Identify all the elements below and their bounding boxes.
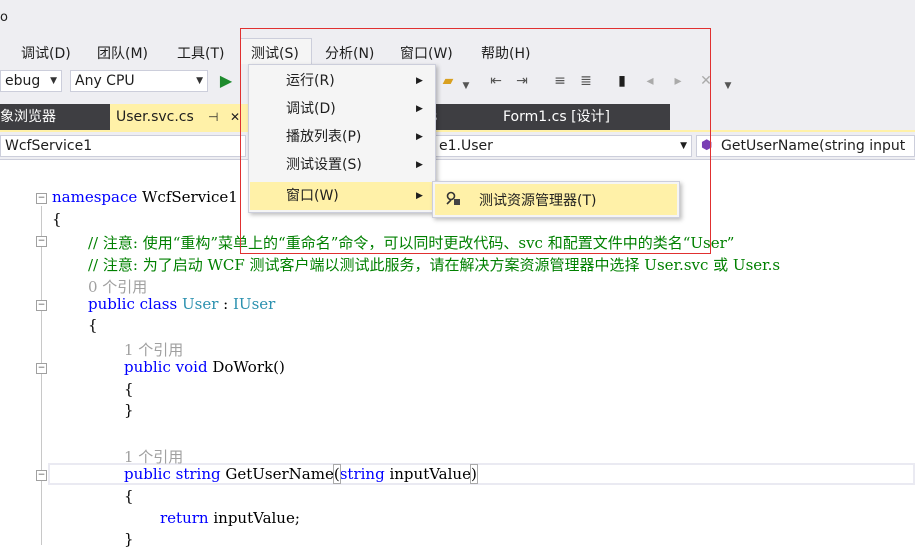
- collapse-getusername-icon[interactable]: −: [36, 470, 47, 481]
- platform-combo-value: Any CPU: [75, 73, 135, 89]
- collapse-comment-icon[interactable]: −: [36, 236, 47, 247]
- parameter: inputValue: [389, 465, 471, 483]
- window-title: o: [0, 10, 8, 25]
- code-line-namespace: namespace WcfService1: [52, 188, 238, 206]
- codelens-references[interactable]: 1 个引用: [124, 446, 183, 467]
- code-brace: {: [52, 210, 62, 228]
- code-brace: }: [124, 530, 134, 548]
- keyword: string: [339, 465, 385, 483]
- keyword: return: [160, 509, 209, 527]
- project-combo-value: WcfService1: [5, 138, 93, 154]
- code-brace: {: [124, 487, 134, 505]
- menu-team[interactable]: 团队(M): [97, 43, 148, 63]
- menu-tools[interactable]: 工具(T): [177, 43, 224, 63]
- keyword: void: [175, 358, 208, 376]
- pin-icon[interactable]: ⊣: [208, 104, 218, 130]
- collapse-class-icon[interactable]: −: [36, 300, 47, 311]
- keyword: public: [88, 295, 135, 313]
- code-line-class: public class User : IUser: [88, 295, 275, 313]
- outline-guide: [41, 206, 42, 545]
- paren: ): [469, 464, 478, 484]
- tab-user-svc-cs[interactable]: User.svc.cs ⊣ ✕: [110, 104, 250, 130]
- code-line-getusername: public string GetUserName(string inputVa…: [124, 464, 478, 484]
- return-expression: inputValue;: [213, 509, 300, 527]
- config-combo[interactable]: ebug ▼: [0, 70, 62, 92]
- toolbar-overflow-icon[interactable]: ▼: [718, 76, 738, 96]
- keyword: public: [124, 358, 171, 376]
- namespace-name: WcfService1: [142, 188, 238, 206]
- code-comment-2: // 注意: 为了启动 WCF 测试客户端以测试此服务，请在解决方案资源管理器中…: [88, 256, 781, 274]
- member-combo-value: GetUserName(string input: [721, 138, 906, 154]
- tab-object-browser-label: 象浏览器: [0, 109, 56, 125]
- code-line-return: return inputValue;: [160, 509, 300, 527]
- code-brace: {: [88, 316, 98, 334]
- close-icon[interactable]: ✕: [230, 104, 240, 130]
- collapse-dowork-icon[interactable]: −: [36, 363, 47, 374]
- keyword: namespace: [52, 188, 138, 206]
- keyword: string: [175, 465, 221, 483]
- menu-debug[interactable]: 调试(D): [21, 43, 71, 63]
- colon: :: [223, 295, 229, 313]
- chevron-down-icon: ▼: [196, 76, 203, 86]
- tab-user-svc-cs-label: User.svc.cs: [116, 109, 194, 125]
- chevron-down-icon: ▼: [50, 76, 57, 86]
- keyword: public: [124, 465, 171, 483]
- start-icon[interactable]: ▶: [216, 71, 236, 91]
- codelens-references[interactable]: 0 个引用: [88, 276, 147, 297]
- collapse-namespace-icon[interactable]: −: [36, 193, 47, 204]
- code-line-dowork: public void DoWork(): [124, 358, 285, 376]
- class-name: User: [181, 295, 219, 313]
- method-name: GetUserName: [225, 465, 334, 483]
- project-combo[interactable]: WcfService1: [0, 135, 246, 157]
- annotation-highlight-box: [240, 28, 711, 254]
- config-combo-value: ebug: [5, 73, 41, 89]
- platform-combo[interactable]: Any CPU ▼: [70, 70, 208, 92]
- member-combo[interactable]: ⬢ GetUserName(string input: [696, 135, 915, 157]
- tab-object-browser[interactable]: 象浏览器: [0, 104, 118, 130]
- codelens-references[interactable]: 1 个引用: [124, 339, 183, 360]
- interface-name: IUser: [233, 295, 276, 313]
- code-brace: }: [124, 401, 134, 419]
- method-name: DoWork(): [212, 358, 285, 376]
- code-brace: {: [124, 380, 134, 398]
- keyword: class: [139, 295, 178, 313]
